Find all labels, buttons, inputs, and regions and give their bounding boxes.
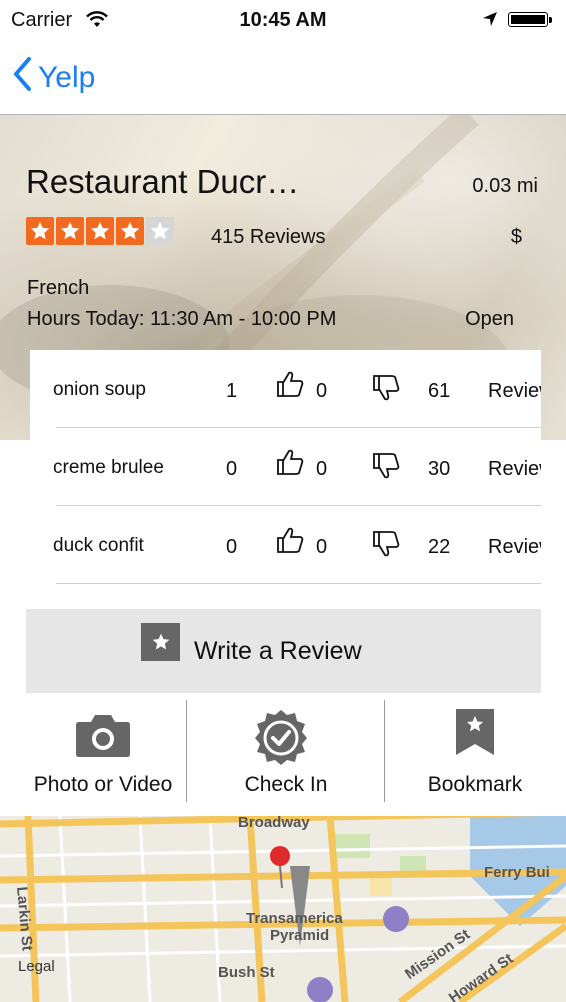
dish-row[interactable]: creme brulee 0 0 30 Reviews (53, 428, 541, 506)
star-icon (141, 623, 180, 661)
dish-count: 22 (428, 536, 451, 558)
dish-row[interactable]: duck confit 0 0 22 Reviews (53, 506, 541, 584)
checkin-badge-icon (251, 708, 311, 771)
write-review-button[interactable]: Write a Review (26, 609, 541, 693)
thumbs-up-count: 0 (316, 458, 328, 480)
back-button[interactable]: Yelp (12, 56, 95, 100)
battery-icon (508, 12, 552, 27)
dish-count: 30 (428, 458, 451, 480)
map-label: Broadway (238, 816, 310, 831)
photo-video-button[interactable]: Photo or Video (18, 698, 188, 802)
category-label: French (27, 277, 90, 299)
dish-quantity: 0 (226, 458, 238, 480)
star-icon (26, 217, 54, 245)
bookmark-button[interactable]: Bookmark (385, 698, 565, 802)
location-map[interactable]: Broadway Larkin St Transamerica Pyramid … (0, 816, 566, 1002)
map-label: Pyramid (270, 927, 330, 944)
divider (186, 700, 187, 802)
dish-count: 61 (428, 380, 451, 402)
status-bar: Carrier 10:45 AM (0, 0, 566, 40)
rating-stars (26, 217, 174, 245)
thumbs-down-icon[interactable] (372, 530, 400, 563)
dish-name: duck confit (53, 535, 144, 556)
star-icon (86, 217, 114, 245)
dish-quantity: 0 (226, 536, 238, 558)
photo-video-label: Photo or Video (33, 773, 173, 796)
dish-name: onion soup (53, 379, 146, 400)
thumbs-up-icon[interactable] (276, 448, 304, 481)
check-in-label: Check In (244, 773, 328, 796)
thumbs-down-icon[interactable] (372, 452, 400, 485)
thumbs-up-count: 0 (316, 380, 328, 402)
back-label: Yelp (38, 61, 96, 94)
bookmark-icon (455, 708, 495, 761)
star-icon (116, 217, 144, 245)
map-label: Ferry Bui (484, 864, 550, 881)
thumbs-up-icon[interactable] (276, 370, 304, 403)
thumbs-up-count: 0 (316, 536, 328, 558)
hours-label: Hours Today: 11:30 Am - 10:00 PM (27, 308, 337, 330)
map-label: Bush St (218, 964, 275, 981)
check-in-button[interactable]: Check In (188, 698, 384, 802)
dish-reviews-link[interactable]: Reviews (488, 458, 541, 481)
action-bar: Photo or Video Check In Bookmark (0, 698, 566, 802)
dish-list: onion soup 1 0 61 Reviews creme brulee 0… (30, 350, 541, 584)
review-count[interactable]: 415 Reviews (211, 226, 326, 249)
dish-name: creme brulee (53, 457, 164, 478)
thumbs-up-icon[interactable] (276, 526, 304, 559)
open-status: Open (465, 308, 514, 330)
dish-reviews-link[interactable]: Reviews (488, 380, 541, 403)
star-icon (146, 217, 174, 245)
navigation-bar: Yelp (0, 40, 566, 115)
thumbs-down-icon[interactable] (372, 374, 400, 407)
write-review-label: Write a Review (194, 637, 362, 665)
restaurant-name: Restaurant Ducr… (26, 163, 300, 200)
bookmark-label: Bookmark (427, 773, 523, 796)
dish-reviews-link[interactable]: Reviews (488, 536, 541, 559)
dish-quantity: 1 (226, 380, 238, 402)
camera-icon (75, 712, 131, 763)
dish-row[interactable]: onion soup 1 0 61 Reviews (53, 350, 541, 428)
location-arrow-icon (482, 11, 498, 32)
chevron-left-icon (12, 56, 32, 100)
price-level: $ (510, 226, 522, 248)
star-icon (56, 217, 84, 245)
distance-label: 0.03 mi (472, 175, 538, 197)
map-label: Transamerica (246, 910, 343, 927)
map-legal-link[interactable]: Legal (18, 958, 55, 975)
